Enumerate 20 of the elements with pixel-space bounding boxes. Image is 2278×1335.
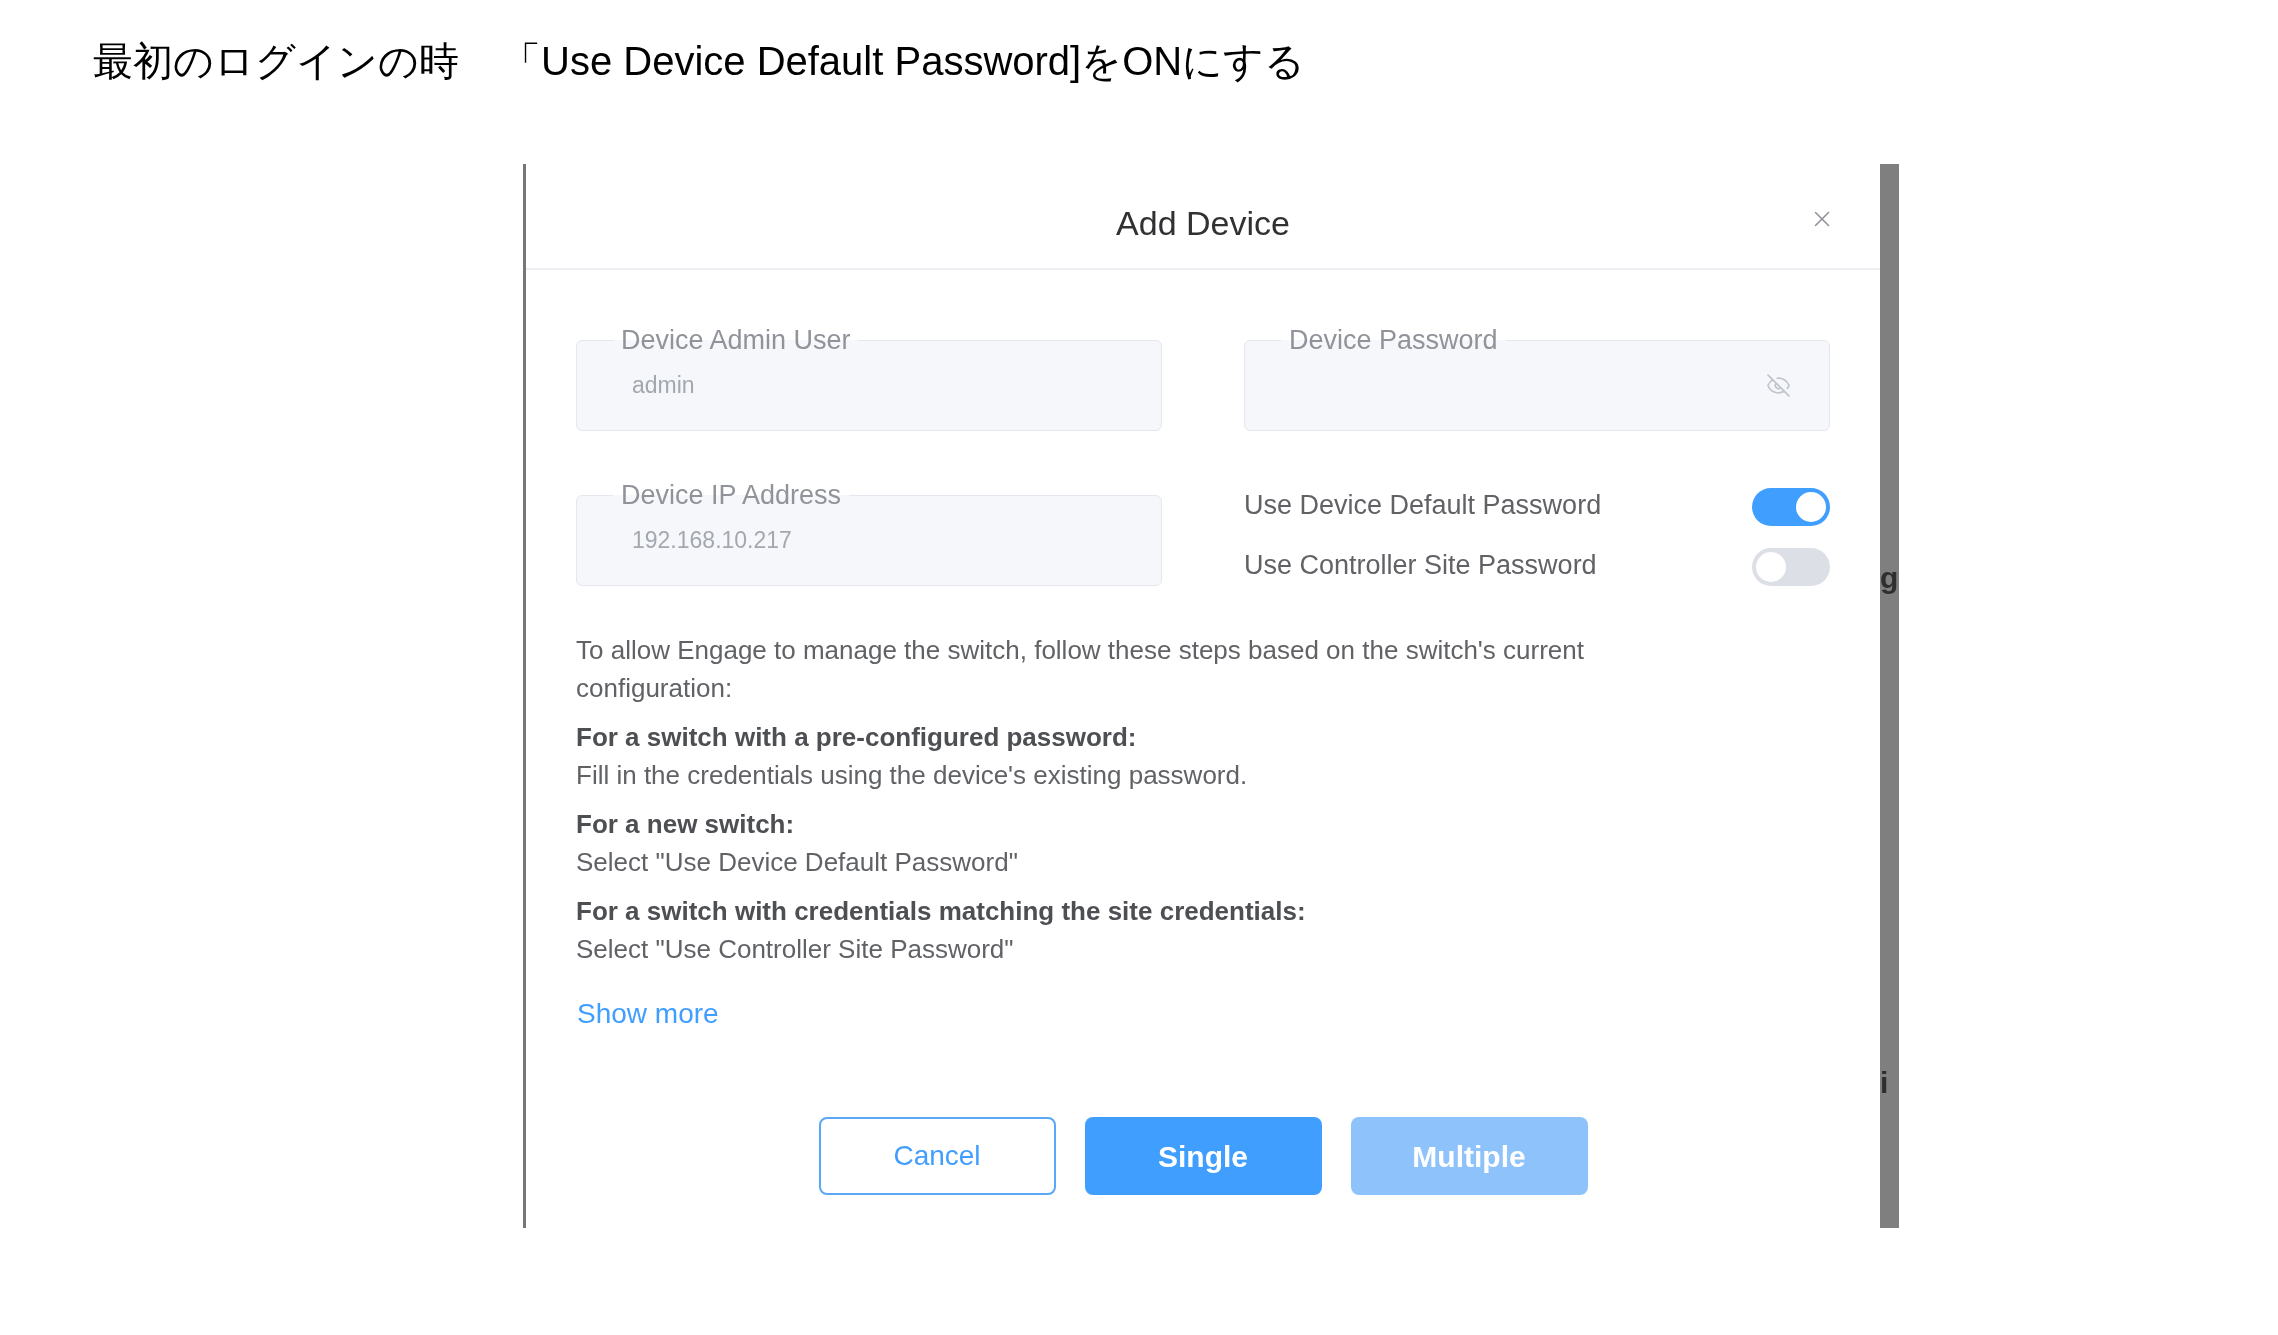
dialog-title: Add Device <box>1116 202 1290 244</box>
instructions-text: To allow Engage to manage the switch, follow these steps based on the switch's current configuration: <box>576 634 1585 705</box>
toggle-label: Use Controller Site Password <box>1244 548 1597 582</box>
background-text: g <box>1880 562 1899 594</box>
caption-instruction: 「Use Device Default Password]をONにする <box>501 38 1306 85</box>
toggle-switch[interactable] <box>1752 548 1830 586</box>
case-heading: For a switch with a pre-configured password: <box>576 721 1138 754</box>
toggle-switch[interactable] <box>1752 488 1830 526</box>
case-instruction: Fill in the credentials using the device's existing password. <box>576 759 1249 792</box>
case-instruction: Select "Use Device Default Password" <box>576 846 1019 879</box>
show-more-link[interactable]: Show more <box>577 995 719 1033</box>
case-heading: For a switch with credentials matching the site credentials: <box>576 895 1307 928</box>
eye-slash-icon[interactable] <box>1766 373 1791 398</box>
background-text: i <box>1880 1067 1890 1099</box>
action-button[interactable]: Single <box>1084 1117 1322 1195</box>
toggle-label: Use Device Default Password <box>1244 488 1602 522</box>
cancel-button[interactable]: Cancel <box>818 1117 1056 1195</box>
case-instruction: Select "Use Controller Site Password" <box>576 933 1015 966</box>
case-heading: For a new switch: <box>576 808 796 841</box>
caption-label: 最初のログインの時 <box>93 38 459 85</box>
